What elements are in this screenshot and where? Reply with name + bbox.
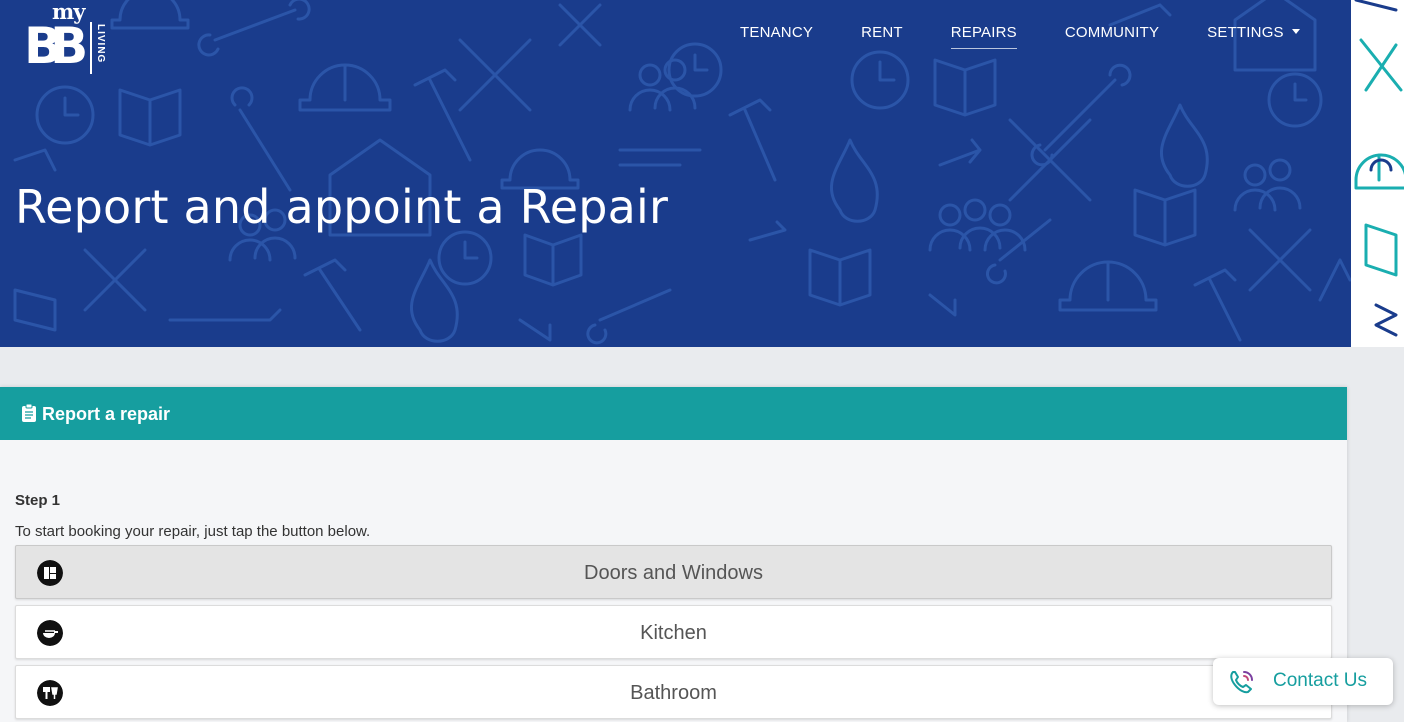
card-title: Report a repair (42, 404, 171, 424)
category-label: Kitchen (640, 622, 707, 644)
contact-us-label: Contact Us (1273, 670, 1367, 691)
main-nav: TENANCY RENT REPAIRS COMMUNITY SETTINGS (740, 24, 1300, 49)
report-repair-card: Report a repair Step 1 To start booking … (0, 387, 1347, 722)
category-bathroom-button[interactable]: Bathroom (15, 665, 1332, 719)
contact-us-button[interactable]: Contact Us (1213, 658, 1393, 705)
logo-living-bar: LIVING (90, 22, 106, 74)
step-description: To start booking your repair, just tap t… (15, 523, 371, 540)
page-title: Report and appoint a Repair (15, 180, 669, 234)
caret-down-icon (1291, 28, 1300, 34)
category-doors-windows-button[interactable]: Doors and Windows (15, 545, 1332, 599)
category-kitchen-button[interactable]: Kitchen (15, 605, 1332, 659)
hero-pattern (13, 0, 1351, 345)
side-decoration (1351, 0, 1404, 347)
card-header: Report a repair (0, 387, 1347, 440)
hero-banner: my BB LIVING TENANCY RENT REPAIRS COMMUN… (0, 0, 1351, 347)
clipboard-icon (22, 404, 36, 422)
category-label: Bathroom (630, 682, 717, 704)
category-label: Doors and Windows (584, 562, 763, 584)
phone-icon (1230, 671, 1253, 694)
logo-bb: BB (24, 17, 88, 75)
nav-item-community[interactable]: COMMUNITY (1065, 24, 1159, 49)
logo-living: LIVING (95, 24, 106, 64)
brand-logo[interactable]: my BB LIVING (22, 0, 112, 75)
nav-item-settings-label: SETTINGS (1207, 24, 1284, 41)
side-pattern (1354, 0, 1404, 337)
nav-item-repairs[interactable]: REPAIRS (950, 24, 1018, 49)
nav-item-rent[interactable]: RENT (861, 24, 903, 49)
nav-item-settings[interactable]: SETTINGS (1207, 24, 1300, 49)
step-label: Step 1 (15, 492, 61, 509)
nav-item-tenancy[interactable]: TENANCY (740, 24, 813, 49)
